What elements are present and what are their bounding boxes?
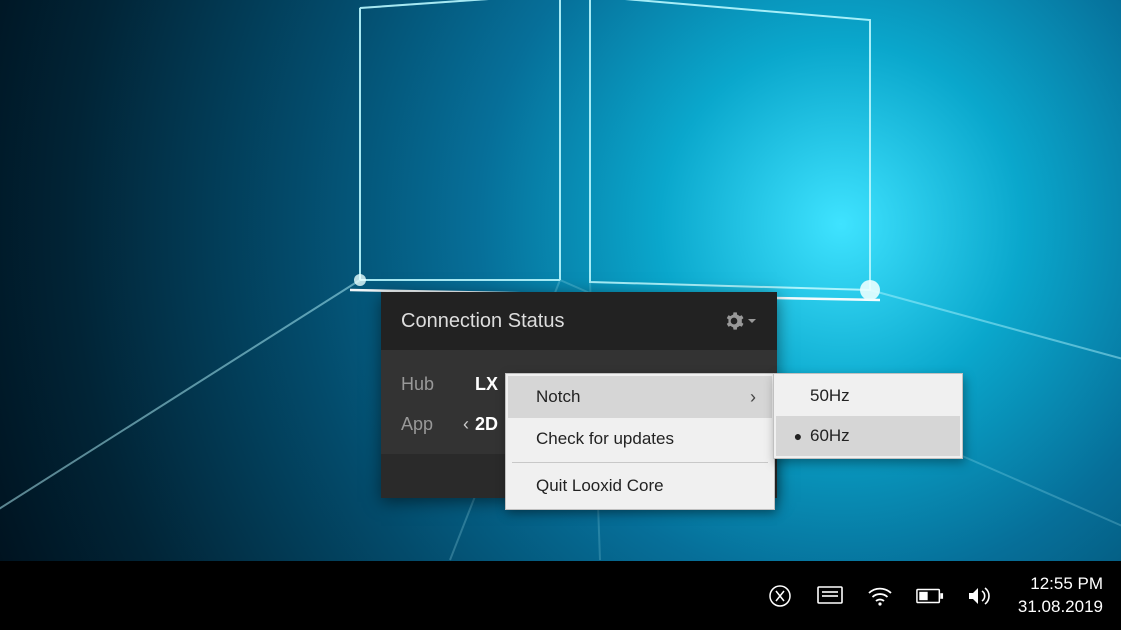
status-label: App (401, 414, 457, 435)
wifi-icon[interactable] (866, 582, 894, 610)
panel-header: Connection Status (381, 292, 777, 350)
settings-menu: Notch › Check for updates Quit Looxid Co… (505, 373, 775, 510)
menu-separator (512, 462, 768, 463)
submenu-item-label: 60Hz (810, 426, 850, 446)
taskbar: 12:55 PM 31.08.2019 (0, 561, 1121, 630)
dropdown-caret-icon (747, 316, 757, 326)
system-tray (766, 582, 994, 610)
submenu-item-60hz[interactable]: ● 60Hz (776, 416, 960, 456)
clock-time: 12:55 PM (1018, 573, 1103, 595)
chevron-left-icon[interactable]: ‹ (457, 414, 475, 435)
radio-bullet-icon: ● (786, 428, 810, 444)
settings-gear-button[interactable] (724, 311, 757, 331)
status-label: Hub (401, 374, 457, 395)
panel-title: Connection Status (401, 310, 564, 333)
menu-item-notch[interactable]: Notch › (508, 376, 772, 418)
action-center-icon[interactable] (816, 582, 844, 610)
clock-date: 31.08.2019 (1018, 596, 1103, 618)
gear-icon (724, 311, 744, 331)
volume-icon[interactable] (966, 582, 994, 610)
menu-item-label: Quit Looxid Core (536, 476, 664, 496)
chevron-right-icon: › (750, 387, 756, 408)
notch-submenu: 50Hz ● 60Hz (773, 373, 963, 459)
battery-icon[interactable] (916, 582, 944, 610)
submenu-item-label: 50Hz (810, 386, 850, 406)
taskbar-clock[interactable]: 12:55 PM 31.08.2019 (1018, 573, 1103, 617)
status-value: 2D (475, 414, 498, 435)
menu-item-label: Check for updates (536, 429, 674, 449)
menu-item-quit[interactable]: Quit Looxid Core (508, 465, 772, 507)
tray-app-icon[interactable] (766, 582, 794, 610)
submenu-item-50hz[interactable]: 50Hz (776, 376, 960, 416)
menu-item-check-updates[interactable]: Check for updates (508, 418, 772, 460)
status-value: LX (475, 374, 498, 395)
menu-item-label: Notch (536, 387, 580, 407)
